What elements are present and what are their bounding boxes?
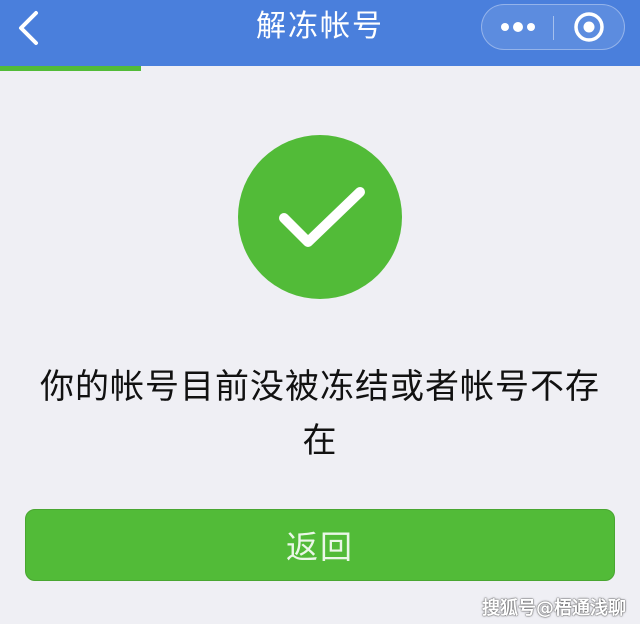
mini-program-capsule [481, 4, 625, 50]
success-check-icon [238, 135, 402, 299]
more-button[interactable] [482, 5, 553, 49]
target-circle-icon [574, 12, 604, 42]
close-mini-program-button[interactable] [554, 5, 624, 49]
return-button[interactable]: 返回 [25, 509, 615, 581]
back-button[interactable] [8, 8, 48, 48]
chevron-left-icon [19, 11, 38, 45]
navigation-bar: 解冻帐号 [0, 0, 640, 66]
watermark-text: 搜狐号@梧通浅聊 [482, 598, 626, 619]
result-message: 你的帐号目前没被冻结或者帐号不存在 [40, 367, 600, 461]
more-dots-icon [500, 22, 535, 32]
loading-progress-bar [0, 66, 141, 71]
